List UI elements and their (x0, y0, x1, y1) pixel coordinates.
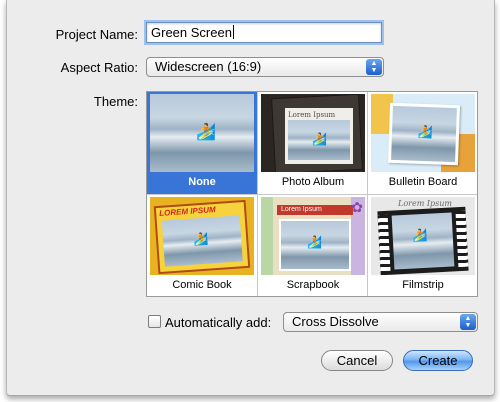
theme-label-none: None (188, 176, 216, 188)
project-name-value: Green Screen (151, 25, 232, 40)
theme-label-bulletin-board: Bulletin Board (388, 176, 458, 188)
theme-comic-book[interactable]: LOREM IPSUM 🏄 Comic Book (147, 195, 257, 297)
aspect-ratio-label: Aspect Ratio: (60, 60, 138, 75)
theme-filmstrip[interactable]: Lorem Ipsum 🏄 Filmstrip (368, 195, 478, 297)
theme-grid: 🏄 None Lorem Ipsum 🏄 Photo Album 🏄 Bulle… (146, 91, 478, 297)
theme-label-scrapbook: Scrapbook (286, 279, 340, 291)
text-caret (232, 25, 234, 39)
surfer-icon: 🏄 (307, 235, 322, 249)
flower-icon: ✿ (351, 199, 363, 215)
auto-add-checkbox[interactable] (148, 315, 161, 328)
cancel-button[interactable]: Cancel (321, 350, 393, 371)
theme-label-filmstrip: Filmstrip (402, 279, 444, 291)
transition-popup[interactable]: Cross Dissolve ▲ ▼ (283, 312, 478, 332)
theme-thumbnail: Lorem Ipsum 🏄 (371, 197, 475, 275)
theme-scrapbook[interactable]: Lorem Ipsum 🏄 ✿ Scrapbook (258, 195, 368, 297)
theme-none[interactable]: 🏄 None (147, 92, 257, 194)
project-name-label: Project Name: (55, 27, 138, 42)
transition-value: Cross Dissolve (292, 314, 379, 329)
popup-arrows-icon: ▲ ▼ (460, 314, 476, 330)
surfer-icon: 🏄 (412, 227, 428, 243)
theme-thumbnail: Lorem Ipsum 🏄 ✿ (261, 197, 365, 275)
scrapbook-title: Lorem Ipsum (277, 205, 353, 215)
surfer-icon: 🏄 (192, 231, 209, 247)
aspect-ratio-popup[interactable]: Widescreen (16:9) ▲ ▼ (146, 57, 384, 77)
new-project-sheet: Project Name: Green Screen Aspect Ratio:… (6, 0, 495, 396)
theme-label-comic-book: Comic Book (172, 279, 232, 291)
create-button[interactable]: Create (403, 350, 473, 371)
theme-thumbnail: 🏄 (150, 94, 254, 172)
surfer-icon: 🏄 (312, 132, 327, 146)
theme-bulletin-board[interactable]: 🏄 Bulletin Board (368, 92, 478, 194)
popup-arrows-icon: ▲ ▼ (366, 59, 382, 75)
theme-label: Theme: (93, 94, 138, 109)
surfer-icon: 🏄 (196, 124, 216, 141)
theme-thumbnail: LOREM IPSUM 🏄 (150, 197, 254, 275)
theme-label-photo-album: Photo Album (281, 176, 345, 188)
theme-photo-album[interactable]: Lorem Ipsum 🏄 Photo Album (258, 92, 368, 194)
aspect-ratio-value: Widescreen (16:9) (155, 59, 262, 74)
auto-add-label: Automatically add: (165, 315, 272, 330)
theme-thumbnail: 🏄 (371, 94, 475, 172)
project-name-field[interactable]: Green Screen (146, 22, 382, 43)
photo-album-title: Lorem Ipsum (288, 111, 336, 119)
theme-thumbnail: Lorem Ipsum 🏄 (261, 94, 365, 172)
surfer-icon: 🏄 (417, 124, 434, 140)
